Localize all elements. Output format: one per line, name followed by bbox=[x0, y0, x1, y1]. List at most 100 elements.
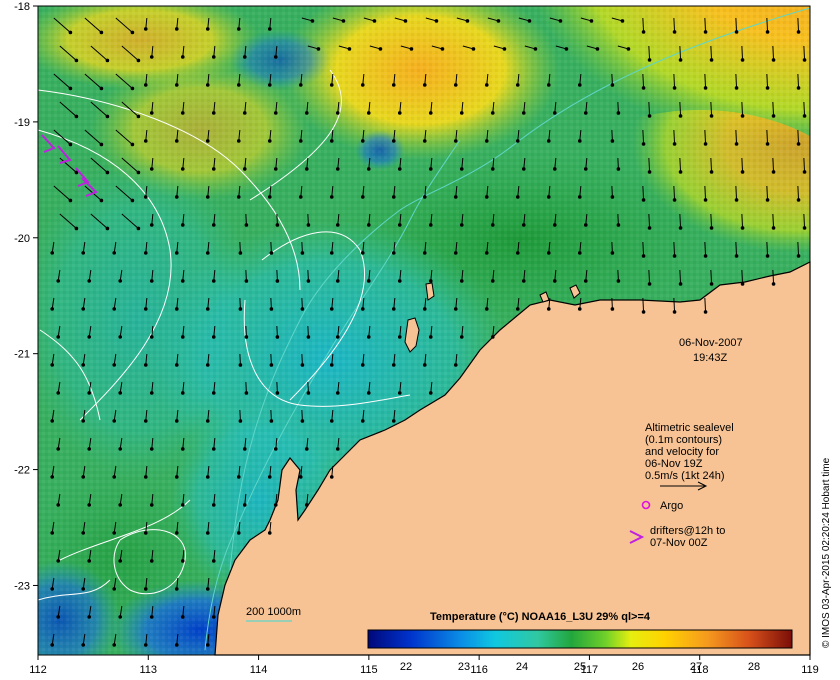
velocity-arrow bbox=[642, 129, 645, 145]
velocity-arrow bbox=[679, 157, 682, 173]
velocity-arrow-head bbox=[490, 279, 495, 283]
velocity-arrow-head bbox=[205, 587, 210, 591]
velocity-arrow-head bbox=[244, 223, 249, 227]
velocity-arrow-head bbox=[765, 142, 770, 146]
velocity-arrow-head bbox=[174, 27, 179, 31]
velocity-arrow-head bbox=[589, 19, 594, 23]
velocity-arrow-head bbox=[267, 475, 272, 479]
velocity-arrow-head bbox=[391, 363, 396, 367]
velocity-arrow bbox=[704, 297, 707, 313]
velocity-arrow bbox=[710, 269, 713, 285]
velocity-arrow-head bbox=[610, 307, 615, 311]
velocity-arrow-head bbox=[641, 254, 646, 258]
velocity-arrow-head bbox=[267, 139, 272, 143]
velocity-arrow bbox=[735, 185, 738, 201]
velocity-arrow-head bbox=[428, 167, 433, 171]
velocity-arrow-head bbox=[771, 114, 776, 118]
legend-line: and velocity for bbox=[645, 446, 719, 458]
velocity-arrow bbox=[797, 129, 800, 145]
velocity-arrow-head bbox=[360, 363, 365, 367]
lat-tick-label: -21 bbox=[14, 349, 30, 361]
velocity-arrow-head bbox=[335, 279, 340, 283]
velocity-arrow-head bbox=[515, 251, 520, 255]
velocity-arrow-head bbox=[564, 47, 569, 51]
velocity-arrow bbox=[704, 129, 707, 145]
velocity-arrow bbox=[704, 73, 707, 89]
velocity-arrow-head bbox=[391, 139, 396, 143]
velocity-arrow-head bbox=[647, 282, 652, 286]
velocity-arrow-head bbox=[771, 226, 776, 230]
velocity-arrow-head bbox=[136, 114, 141, 119]
velocity-arrow-head bbox=[428, 335, 433, 339]
velocity-arrow-head bbox=[484, 307, 489, 311]
velocity-arrow-head bbox=[87, 391, 92, 395]
velocity-arrow-head bbox=[515, 307, 520, 311]
velocity-arrow-head bbox=[205, 139, 210, 143]
lat-tick-label: -19 bbox=[14, 117, 30, 129]
velocity-arrow bbox=[797, 185, 800, 201]
velocity-arrow-head bbox=[459, 167, 464, 171]
velocity-arrow-head bbox=[515, 139, 520, 143]
velocity-arrow-head bbox=[205, 307, 210, 311]
velocity-arrow-head bbox=[335, 167, 340, 171]
velocity-arrow-head bbox=[610, 251, 615, 255]
velocity-arrow-head bbox=[174, 587, 179, 591]
velocity-arrow-head bbox=[81, 643, 86, 647]
velocity-arrow-head bbox=[112, 643, 117, 647]
velocity-arrow-head bbox=[74, 226, 79, 231]
velocity-arrow-head bbox=[703, 30, 708, 34]
velocity-arrow-head bbox=[149, 559, 154, 563]
velocity-arrow-head bbox=[335, 223, 340, 227]
velocity-arrow-head bbox=[647, 170, 652, 174]
velocity-arrow-head bbox=[672, 86, 677, 90]
date-label: 06-Nov-2007 bbox=[679, 337, 743, 349]
velocity-arrow-head bbox=[546, 251, 551, 255]
velocity-arrow-head bbox=[610, 195, 615, 199]
velocity-arrow-head bbox=[765, 86, 770, 90]
velocity-arrow-head bbox=[403, 19, 408, 23]
velocity-arrow-head bbox=[300, 307, 305, 311]
velocity-arrow bbox=[642, 185, 645, 201]
velocity-arrow-head bbox=[211, 447, 216, 451]
velocity-arrow bbox=[741, 157, 744, 173]
velocity-arrow-head bbox=[583, 111, 588, 115]
colorbar-tick-label: 28 bbox=[748, 661, 760, 673]
velocity-arrow-head bbox=[678, 170, 683, 174]
velocity-arrow-head bbox=[647, 114, 652, 118]
velocity-arrow-head bbox=[616, 279, 621, 283]
velocity-arrow-head bbox=[174, 83, 179, 87]
colorbar-tick-label: 26 bbox=[632, 661, 644, 673]
velocity-arrow-head bbox=[459, 335, 464, 339]
velocity-arrow bbox=[741, 101, 744, 117]
velocity-arrow-head bbox=[304, 503, 309, 507]
colorbar-tick-label: 27 bbox=[690, 661, 702, 673]
velocity-arrow-head bbox=[577, 251, 582, 255]
velocity-arrow-head bbox=[428, 223, 433, 227]
lon-tick-label: 112 bbox=[29, 664, 47, 676]
velocity-arrow-head bbox=[180, 279, 185, 283]
velocity-arrow-head bbox=[703, 142, 708, 146]
velocity-arrow bbox=[772, 101, 775, 117]
sst-map: 112 113 114 115 116 117 118 119 -18-19-20-21-22… bbox=[14, 1, 832, 676]
velocity-arrow-head bbox=[238, 363, 243, 367]
velocity-arrow bbox=[679, 269, 682, 285]
velocity-arrow-head bbox=[136, 226, 141, 231]
velocity-arrow bbox=[766, 73, 769, 89]
velocity-arrow-head bbox=[81, 419, 86, 423]
velocity-arrow-head bbox=[527, 19, 532, 23]
velocity-arrow-head bbox=[112, 475, 117, 479]
velocity-arrow-head bbox=[298, 139, 303, 143]
velocity-arrow-head bbox=[143, 587, 148, 591]
velocity-arrow-head bbox=[306, 335, 311, 339]
velocity-arrow-head bbox=[298, 195, 303, 199]
velocity-arrow-head bbox=[130, 142, 135, 147]
velocity-arrow-head bbox=[112, 363, 117, 367]
velocity-arrow-head bbox=[130, 86, 135, 91]
velocity-arrow bbox=[673, 73, 676, 89]
velocity-arrow-head bbox=[174, 419, 179, 423]
colorbar-title: Temperature (°C) NOAA16_L3U 29% ql>=4 bbox=[430, 611, 651, 623]
velocity-arrow-head bbox=[236, 83, 241, 87]
bathymetry-label: 200 1000m bbox=[246, 606, 301, 618]
velocity-arrow-head bbox=[610, 83, 615, 87]
velocity-arrow-head bbox=[300, 419, 305, 423]
